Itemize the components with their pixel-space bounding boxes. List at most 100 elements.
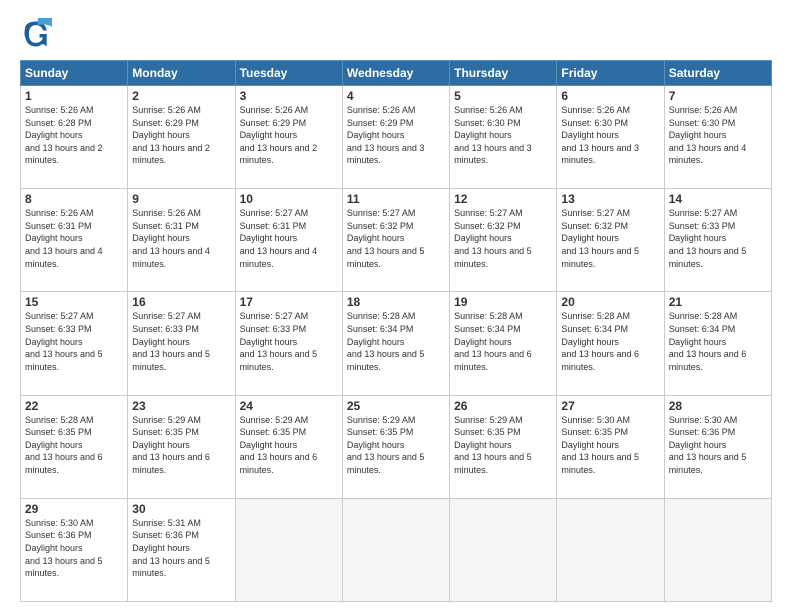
- day-number: 23: [132, 399, 230, 413]
- day-number: 19: [454, 295, 552, 309]
- day-number: 11: [347, 192, 445, 206]
- day-number: 5: [454, 89, 552, 103]
- table-row: 29 Sunrise: 5:30 AM Sunset: 6:36 PM Dayl…: [21, 498, 128, 601]
- header: [20, 18, 772, 50]
- empty-cell: [664, 498, 771, 601]
- day-info: Sunrise: 5:29 AM Sunset: 6:35 PM Dayligh…: [132, 414, 230, 477]
- day-number: 12: [454, 192, 552, 206]
- day-info: Sunrise: 5:28 AM Sunset: 6:34 PM Dayligh…: [669, 310, 767, 373]
- table-row: 22 Sunrise: 5:28 AM Sunset: 6:35 PM Dayl…: [21, 395, 128, 498]
- day-number: 21: [669, 295, 767, 309]
- table-row: 4 Sunrise: 5:26 AM Sunset: 6:29 PM Dayli…: [342, 86, 449, 189]
- day-info: Sunrise: 5:29 AM Sunset: 6:35 PM Dayligh…: [347, 414, 445, 477]
- table-row: 12 Sunrise: 5:27 AM Sunset: 6:32 PM Dayl…: [450, 189, 557, 292]
- table-row: 9 Sunrise: 5:26 AM Sunset: 6:31 PM Dayli…: [128, 189, 235, 292]
- day-info: Sunrise: 5:27 AM Sunset: 6:33 PM Dayligh…: [132, 310, 230, 373]
- logo: [20, 18, 58, 50]
- table-row: 3 Sunrise: 5:26 AM Sunset: 6:29 PM Dayli…: [235, 86, 342, 189]
- day-number: 15: [25, 295, 123, 309]
- day-number: 20: [561, 295, 659, 309]
- header-sunday: Sunday: [21, 61, 128, 86]
- table-row: 6 Sunrise: 5:26 AM Sunset: 6:30 PM Dayli…: [557, 86, 664, 189]
- day-info: Sunrise: 5:28 AM Sunset: 6:35 PM Dayligh…: [25, 414, 123, 477]
- day-info: Sunrise: 5:27 AM Sunset: 6:33 PM Dayligh…: [25, 310, 123, 373]
- day-number: 16: [132, 295, 230, 309]
- day-info: Sunrise: 5:26 AM Sunset: 6:30 PM Dayligh…: [561, 104, 659, 167]
- calendar-table: Sunday Monday Tuesday Wednesday Thursday…: [20, 60, 772, 602]
- logo-icon: [20, 18, 52, 50]
- header-tuesday: Tuesday: [235, 61, 342, 86]
- table-row: 1 Sunrise: 5:26 AM Sunset: 6:28 PM Dayli…: [21, 86, 128, 189]
- empty-cell: [235, 498, 342, 601]
- day-info: Sunrise: 5:27 AM Sunset: 6:32 PM Dayligh…: [347, 207, 445, 270]
- table-row: 14 Sunrise: 5:27 AM Sunset: 6:33 PM Dayl…: [664, 189, 771, 292]
- day-info: Sunrise: 5:26 AM Sunset: 6:29 PM Dayligh…: [240, 104, 338, 167]
- table-row: 17 Sunrise: 5:27 AM Sunset: 6:33 PM Dayl…: [235, 292, 342, 395]
- table-row: 5 Sunrise: 5:26 AM Sunset: 6:30 PM Dayli…: [450, 86, 557, 189]
- day-number: 25: [347, 399, 445, 413]
- day-number: 30: [132, 502, 230, 516]
- table-row: 10 Sunrise: 5:27 AM Sunset: 6:31 PM Dayl…: [235, 189, 342, 292]
- calendar-body: 1 Sunrise: 5:26 AM Sunset: 6:28 PM Dayli…: [21, 86, 772, 602]
- table-row: 28 Sunrise: 5:30 AM Sunset: 6:36 PM Dayl…: [664, 395, 771, 498]
- header-saturday: Saturday: [664, 61, 771, 86]
- day-info: Sunrise: 5:26 AM Sunset: 6:31 PM Dayligh…: [25, 207, 123, 270]
- day-number: 17: [240, 295, 338, 309]
- day-info: Sunrise: 5:27 AM Sunset: 6:32 PM Dayligh…: [454, 207, 552, 270]
- day-info: Sunrise: 5:30 AM Sunset: 6:35 PM Dayligh…: [561, 414, 659, 477]
- header-wednesday: Wednesday: [342, 61, 449, 86]
- table-row: 26 Sunrise: 5:29 AM Sunset: 6:35 PM Dayl…: [450, 395, 557, 498]
- day-number: 13: [561, 192, 659, 206]
- day-info: Sunrise: 5:27 AM Sunset: 6:33 PM Dayligh…: [240, 310, 338, 373]
- day-number: 18: [347, 295, 445, 309]
- table-row: 30 Sunrise: 5:31 AM Sunset: 6:36 PM Dayl…: [128, 498, 235, 601]
- day-info: Sunrise: 5:26 AM Sunset: 6:29 PM Dayligh…: [347, 104, 445, 167]
- table-row: 20 Sunrise: 5:28 AM Sunset: 6:34 PM Dayl…: [557, 292, 664, 395]
- empty-cell: [342, 498, 449, 601]
- day-number: 8: [25, 192, 123, 206]
- table-row: 15 Sunrise: 5:27 AM Sunset: 6:33 PM Dayl…: [21, 292, 128, 395]
- header-thursday: Thursday: [450, 61, 557, 86]
- day-number: 10: [240, 192, 338, 206]
- table-row: 25 Sunrise: 5:29 AM Sunset: 6:35 PM Dayl…: [342, 395, 449, 498]
- day-info: Sunrise: 5:30 AM Sunset: 6:36 PM Dayligh…: [25, 517, 123, 580]
- table-row: 27 Sunrise: 5:30 AM Sunset: 6:35 PM Dayl…: [557, 395, 664, 498]
- day-info: Sunrise: 5:29 AM Sunset: 6:35 PM Dayligh…: [454, 414, 552, 477]
- day-info: Sunrise: 5:29 AM Sunset: 6:35 PM Dayligh…: [240, 414, 338, 477]
- table-row: 24 Sunrise: 5:29 AM Sunset: 6:35 PM Dayl…: [235, 395, 342, 498]
- table-row: 21 Sunrise: 5:28 AM Sunset: 6:34 PM Dayl…: [664, 292, 771, 395]
- table-row: 8 Sunrise: 5:26 AM Sunset: 6:31 PM Dayli…: [21, 189, 128, 292]
- day-number: 22: [25, 399, 123, 413]
- day-number: 3: [240, 89, 338, 103]
- day-info: Sunrise: 5:28 AM Sunset: 6:34 PM Dayligh…: [454, 310, 552, 373]
- table-row: 16 Sunrise: 5:27 AM Sunset: 6:33 PM Dayl…: [128, 292, 235, 395]
- day-number: 26: [454, 399, 552, 413]
- day-number: 7: [669, 89, 767, 103]
- weekday-header-row: Sunday Monday Tuesday Wednesday Thursday…: [21, 61, 772, 86]
- day-info: Sunrise: 5:27 AM Sunset: 6:33 PM Dayligh…: [669, 207, 767, 270]
- table-row: 7 Sunrise: 5:26 AM Sunset: 6:30 PM Dayli…: [664, 86, 771, 189]
- header-monday: Monday: [128, 61, 235, 86]
- table-row: 18 Sunrise: 5:28 AM Sunset: 6:34 PM Dayl…: [342, 292, 449, 395]
- day-number: 24: [240, 399, 338, 413]
- day-number: 4: [347, 89, 445, 103]
- table-row: 23 Sunrise: 5:29 AM Sunset: 6:35 PM Dayl…: [128, 395, 235, 498]
- day-info: Sunrise: 5:26 AM Sunset: 6:31 PM Dayligh…: [132, 207, 230, 270]
- day-number: 29: [25, 502, 123, 516]
- day-info: Sunrise: 5:27 AM Sunset: 6:32 PM Dayligh…: [561, 207, 659, 270]
- day-info: Sunrise: 5:26 AM Sunset: 6:30 PM Dayligh…: [454, 104, 552, 167]
- day-number: 6: [561, 89, 659, 103]
- day-info: Sunrise: 5:28 AM Sunset: 6:34 PM Dayligh…: [561, 310, 659, 373]
- empty-cell: [557, 498, 664, 601]
- empty-cell: [450, 498, 557, 601]
- page: Sunday Monday Tuesday Wednesday Thursday…: [0, 0, 792, 612]
- day-info: Sunrise: 5:26 AM Sunset: 6:28 PM Dayligh…: [25, 104, 123, 167]
- day-info: Sunrise: 5:26 AM Sunset: 6:29 PM Dayligh…: [132, 104, 230, 167]
- day-info: Sunrise: 5:31 AM Sunset: 6:36 PM Dayligh…: [132, 517, 230, 580]
- table-row: 13 Sunrise: 5:27 AM Sunset: 6:32 PM Dayl…: [557, 189, 664, 292]
- day-number: 28: [669, 399, 767, 413]
- day-info: Sunrise: 5:26 AM Sunset: 6:30 PM Dayligh…: [669, 104, 767, 167]
- day-info: Sunrise: 5:28 AM Sunset: 6:34 PM Dayligh…: [347, 310, 445, 373]
- table-row: 11 Sunrise: 5:27 AM Sunset: 6:32 PM Dayl…: [342, 189, 449, 292]
- table-row: 19 Sunrise: 5:28 AM Sunset: 6:34 PM Dayl…: [450, 292, 557, 395]
